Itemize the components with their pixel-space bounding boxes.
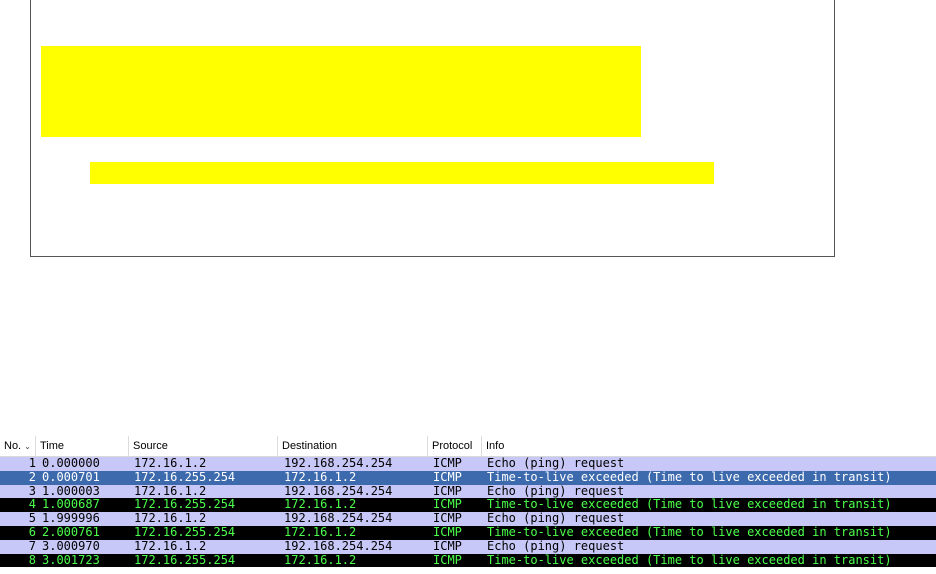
- cell-no: 8: [28, 552, 36, 567]
- cell-no: 3: [28, 483, 36, 498]
- cell-protocol: ICMP: [433, 483, 462, 498]
- cell-source: 172.16.1.2: [134, 538, 207, 553]
- cell-info: Time-to-live exceeded (Time to live exce…: [487, 524, 892, 539]
- table-row[interactable]: 7 3.000970 172.16.1.2 192.168.254.254 ICMP Ec…: [0, 538, 936, 554]
- table-row[interactable]: 2 0.000701 172.16.255.254 172.16.1.2 ICMP Tim…: [0, 469, 936, 485]
- table-row[interactable]: 6 2.000761 172.16.255.254 172.16.1.2 ICMP Tim…: [0, 524, 936, 540]
- column-header-protocol[interactable]: Protocol: [428, 436, 482, 456]
- cell-destination: 192.168.254.254: [284, 538, 393, 553]
- cell-time: 1.000687: [42, 497, 100, 512]
- packet-list: No. ⌄ Time Source Destination Protocol In…: [0, 436, 936, 574]
- cell-destination: 172.16.1.2: [284, 524, 357, 539]
- cell-time: 3.001723: [42, 552, 100, 567]
- cell-source: 172.16.255.254: [134, 469, 236, 484]
- cell-info: Echo (ping) request: [487, 511, 625, 526]
- cell-info: Echo (ping) request: [487, 538, 625, 553]
- column-header-no[interactable]: No. ⌄: [0, 436, 36, 456]
- column-header-time[interactable]: Time: [36, 436, 129, 456]
- cell-destination: 192.168.254.254: [284, 511, 393, 526]
- cell-time: 0.000701: [42, 469, 100, 484]
- redacted-highlight-bar: [90, 162, 714, 184]
- cell-destination: 192.168.254.254: [284, 456, 393, 470]
- cell-source: 172.16.1.2: [134, 483, 207, 498]
- cell-no: 4: [28, 497, 36, 512]
- cell-no: 6: [28, 524, 36, 539]
- cell-destination: 172.16.1.2: [284, 552, 357, 567]
- cell-source: 172.16.1.2: [134, 511, 207, 526]
- cell-destination: 172.16.1.2: [284, 469, 357, 484]
- cell-no: 1: [28, 456, 36, 470]
- packet-rows: 1 0.000000 172.16.1.2 192.168.254.254 ICMP Ec…: [0, 456, 936, 568]
- sort-descending-icon: ⌄: [24, 442, 31, 451]
- column-header-info[interactable]: Info: [482, 436, 936, 456]
- cell-time: 1.999996: [42, 511, 100, 526]
- cell-time: 3.000970: [42, 538, 100, 553]
- cell-time: 1.000003: [42, 483, 100, 498]
- cell-protocol: ICMP: [433, 538, 462, 553]
- table-row[interactable]: 1 0.000000 172.16.1.2 192.168.254.254 ICMP Ec…: [0, 456, 936, 471]
- cell-destination: 172.16.1.2: [284, 497, 357, 512]
- table-row[interactable]: 8 3.001723 172.16.255.254 172.16.1.2 ICMP Tim…: [0, 552, 936, 568]
- packet-list-header: No. ⌄ Time Source Destination Protocol In…: [0, 436, 936, 457]
- cell-protocol: ICMP: [433, 511, 462, 526]
- cell-no: 5: [28, 511, 36, 526]
- cell-info: Echo (ping) request: [487, 483, 625, 498]
- cell-info: Time-to-live exceeded (Time to live exce…: [487, 552, 892, 567]
- column-header-destination[interactable]: Destination: [278, 436, 428, 456]
- cell-source: 172.16.255.254: [134, 497, 236, 512]
- cell-protocol: ICMP: [433, 469, 462, 484]
- cell-info: Time-to-live exceeded (Time to live exce…: [487, 469, 892, 484]
- redacted-highlight-block: [41, 46, 641, 137]
- column-header-source[interactable]: Source: [129, 436, 278, 456]
- cell-info: Echo (ping) request: [487, 456, 625, 470]
- cell-protocol: ICMP: [433, 497, 462, 512]
- cell-no: 2: [28, 469, 36, 484]
- cell-protocol: ICMP: [433, 552, 462, 567]
- cell-protocol: ICMP: [433, 456, 462, 470]
- cell-no: 7: [28, 538, 36, 553]
- cell-destination: 192.168.254.254: [284, 483, 393, 498]
- table-row[interactable]: 3 1.000003 172.16.1.2 192.168.254.254 ICMP Ec…: [0, 483, 936, 499]
- table-row[interactable]: 4 1.000687 172.16.255.254 172.16.1.2 ICMP Tim…: [0, 497, 936, 513]
- cell-time: 2.000761: [42, 524, 100, 539]
- cell-protocol: ICMP: [433, 524, 462, 539]
- cell-info: Time-to-live exceeded (Time to live exce…: [487, 497, 892, 512]
- terminal-output-panel: [30, 0, 835, 257]
- table-row[interactable]: 5 1.999996 172.16.1.2 192.168.254.254 ICMP Ec…: [0, 511, 936, 526]
- cell-source: 172.16.255.254: [134, 524, 236, 539]
- cell-source: 172.16.255.254: [134, 552, 236, 567]
- cell-source: 172.16.1.2: [134, 456, 207, 470]
- cell-time: 0.000000: [42, 456, 100, 470]
